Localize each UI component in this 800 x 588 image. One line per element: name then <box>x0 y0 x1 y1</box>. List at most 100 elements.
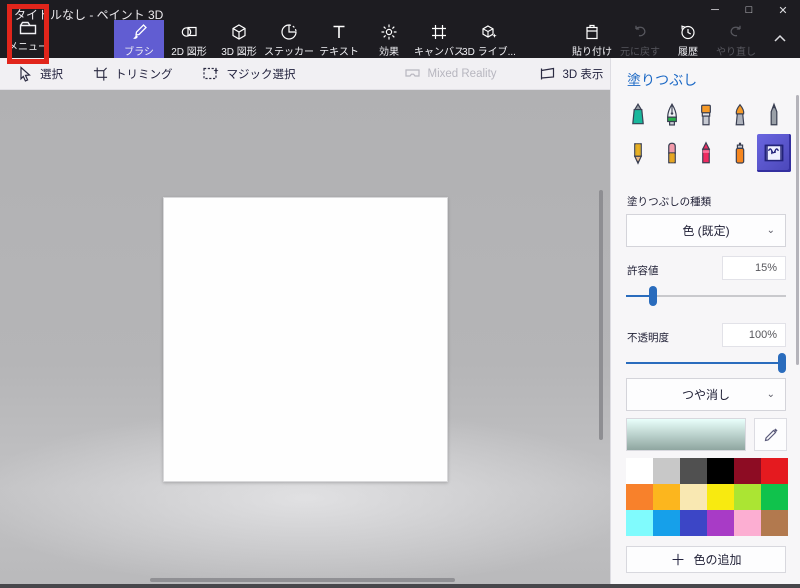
opacity-value-input[interactable]: 100% <box>722 323 786 347</box>
palette-swatch[interactable] <box>680 458 707 484</box>
3d-view-icon <box>539 67 556 81</box>
mixed-reality-icon <box>404 67 421 81</box>
menu-icon <box>19 21 37 35</box>
tool-pixel-pen[interactable] <box>757 96 791 134</box>
paste-icon <box>583 23 601 41</box>
minimize-button[interactable]: ─ <box>698 0 732 20</box>
palette-swatch[interactable] <box>734 484 761 510</box>
tab-canvas[interactable]: キャンバス <box>414 20 464 58</box>
tool-eraser[interactable] <box>655 134 689 172</box>
fill-panel: 塗りつぶし <box>610 58 800 584</box>
tool-grid <box>621 96 791 172</box>
drawing-canvas[interactable] <box>163 197 448 482</box>
tab-effects[interactable]: 効果 <box>364 20 414 58</box>
palette-swatch[interactable] <box>653 458 680 484</box>
undo-icon <box>631 23 649 41</box>
select-tool-button[interactable]: 選択 <box>18 66 63 82</box>
palette-swatch[interactable] <box>626 484 653 510</box>
palette-swatch[interactable] <box>680 484 707 510</box>
title-and-ribbon-bar: タイトルなし - ペイント 3D ─ □ ✕ メニュー ブラシ 2D 図形 3 <box>0 0 800 58</box>
palette-swatch[interactable] <box>653 484 680 510</box>
tolerance-slider[interactable] <box>626 286 786 306</box>
tool-spray-can[interactable] <box>723 134 757 172</box>
opacity-label: 不透明度 <box>627 330 669 345</box>
tolerance-label: 許容値 <box>627 263 659 278</box>
palette-swatch[interactable] <box>761 458 788 484</box>
palette-swatch[interactable] <box>761 484 788 510</box>
tab-3d-shapes[interactable]: 3D 図形 <box>214 20 264 58</box>
palette-swatch[interactable] <box>707 484 734 510</box>
tool-oil-brush[interactable] <box>689 96 723 134</box>
tolerance-value-input[interactable]: 15% <box>722 256 786 280</box>
tool-marker[interactable] <box>621 96 655 134</box>
tool-watercolor-brush[interactable] <box>723 96 757 134</box>
palette-swatch[interactable] <box>734 510 761 536</box>
close-button[interactable]: ✕ <box>766 0 800 20</box>
tab-3d-library[interactable]: 3D ライブ... <box>464 20 514 58</box>
sticker-icon <box>280 23 298 41</box>
undo-button[interactable]: 元に戻す <box>616 20 664 58</box>
tab-brush[interactable]: ブラシ <box>114 20 164 58</box>
add-color-button[interactable]: ＋ 色の追加 <box>626 546 786 573</box>
effects-icon <box>380 23 398 41</box>
finish-dropdown[interactable]: つや消し ⌄ <box>626 378 786 411</box>
fill-type-dropdown[interactable]: 色 (既定) ⌄ <box>626 214 786 247</box>
tolerance-slider-handle[interactable] <box>649 286 657 306</box>
canvas-icon <box>430 23 448 41</box>
palette-swatch[interactable] <box>626 458 653 484</box>
paint3d-window: タイトルなし - ペイント 3D ─ □ ✕ メニュー ブラシ 2D 図形 3 <box>0 0 800 588</box>
menu-label: メニュー <box>8 38 48 53</box>
window-bottom-edge <box>0 584 800 588</box>
magic-select-icon <box>203 66 220 81</box>
chevron-down-icon: ⌄ <box>767 389 775 400</box>
palette-swatch[interactable] <box>680 510 707 536</box>
tool-crayon[interactable] <box>689 134 723 172</box>
eyedropper-button[interactable] <box>754 418 787 451</box>
tab-stickers[interactable]: ステッカー <box>264 20 314 58</box>
tool-options-bar: 選択 トリミング マジック選択 Mixed Reality 3D 表示 — + … <box>0 58 610 90</box>
horizontal-scrollbar[interactable] <box>150 578 455 582</box>
tool-fill[interactable] <box>757 134 791 172</box>
tab-text[interactable]: テキスト <box>314 20 364 58</box>
palette-swatch[interactable] <box>707 510 734 536</box>
3d-shapes-icon <box>230 23 248 41</box>
history-button[interactable]: 履歴 <box>664 20 712 58</box>
opacity-slider[interactable] <box>626 353 786 373</box>
crop-icon <box>93 66 108 82</box>
palette-swatch[interactable] <box>761 510 788 536</box>
palette-swatch[interactable] <box>626 510 653 536</box>
paste-button[interactable]: 貼り付け <box>568 20 616 58</box>
collapse-ribbon-button[interactable] <box>768 28 792 48</box>
mixed-reality-button[interactable]: Mixed Reality <box>404 67 497 81</box>
plus-icon: ＋ <box>670 549 685 570</box>
select-cursor-icon <box>18 66 33 82</box>
color-palette <box>626 458 788 536</box>
tool-pencil[interactable] <box>621 134 655 172</box>
chevron-down-icon: ⌄ <box>767 225 775 236</box>
vertical-scrollbar[interactable] <box>599 190 603 440</box>
eyedropper-icon <box>763 427 779 443</box>
brush-icon <box>130 23 148 41</box>
ribbon-tabs: ブラシ 2D 図形 3D 図形 ステッカー テキスト 効果 <box>114 20 514 58</box>
maximize-button[interactable]: □ <box>732 0 766 20</box>
tab-2d-shapes[interactable]: 2D 図形 <box>164 20 214 58</box>
panel-title: 塗りつぶし <box>627 70 697 90</box>
tool-calligraphy-pen[interactable] <box>655 96 689 134</box>
palette-swatch[interactable] <box>707 458 734 484</box>
panel-scrollbar[interactable] <box>796 95 799 365</box>
current-color-preview <box>626 418 746 451</box>
text-icon <box>330 23 348 41</box>
3d-library-icon <box>480 23 498 41</box>
menu-button[interactable]: メニュー <box>6 16 50 58</box>
magic-select-button[interactable]: マジック選択 <box>203 66 296 82</box>
workspace <box>0 90 610 588</box>
fill-type-label: 塗りつぶしの種類 <box>627 194 711 209</box>
crop-tool-button[interactable]: トリミング <box>93 66 173 82</box>
2d-shapes-icon <box>180 23 198 41</box>
redo-button[interactable]: やり直し <box>712 20 760 58</box>
3d-view-button[interactable]: 3D 表示 <box>539 66 604 82</box>
palette-swatch[interactable] <box>734 458 761 484</box>
palette-swatch[interactable] <box>653 510 680 536</box>
history-icon <box>679 23 697 41</box>
opacity-slider-handle[interactable] <box>778 353 786 373</box>
